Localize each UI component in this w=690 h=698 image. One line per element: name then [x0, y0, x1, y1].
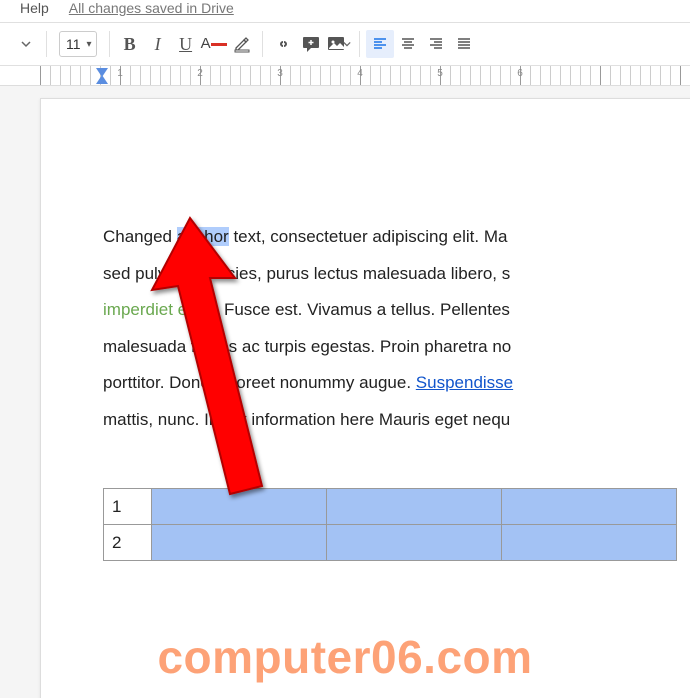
- text: malesuada fames ac turpis egestas. Proin…: [103, 337, 511, 356]
- menubar: Help All changes saved in Drive: [0, 0, 690, 22]
- save-status[interactable]: All changes saved in Drive: [69, 0, 234, 16]
- hyperlink[interactable]: imperdiet enim: [103, 300, 215, 319]
- insert-image-button[interactable]: [325, 30, 353, 58]
- ruler-number: 4: [357, 68, 363, 79]
- separator: [46, 31, 47, 57]
- table-cell[interactable]: [502, 525, 677, 561]
- separator: [359, 31, 360, 57]
- align-justify-button[interactable]: [450, 30, 478, 58]
- ruler[interactable]: 1 2 3 4 5 6: [0, 66, 690, 86]
- insert-link-button[interactable]: [269, 30, 297, 58]
- underline-button[interactable]: U: [172, 30, 200, 58]
- text-color-button[interactable]: A: [200, 30, 228, 58]
- hyperlink[interactable]: Suspendisse: [416, 373, 513, 392]
- table-cell[interactable]: 2: [104, 525, 152, 561]
- paragraph[interactable]: imperdiet enim. Fusce est. Vivamus a tel…: [103, 292, 690, 329]
- align-right-button[interactable]: [422, 30, 450, 58]
- chevron-down-icon[interactable]: ▾: [85, 39, 94, 50]
- table-cell[interactable]: [327, 525, 502, 561]
- table-cell[interactable]: [327, 489, 502, 525]
- table-cell[interactable]: [152, 489, 327, 525]
- table-cell[interactable]: 1: [104, 489, 152, 525]
- paragraph[interactable]: Changed anchor text, consectetuer adipis…: [103, 219, 690, 256]
- text: mattis, nunc. Insert information here Ma…: [103, 410, 510, 429]
- separator: [109, 31, 110, 57]
- font-size-value: 11: [66, 36, 85, 52]
- text: . Fusce est. Vivamus a tellus. Pellentes: [215, 300, 510, 319]
- paragraph[interactable]: porttitor. Donec laoreet nonummy augue. …: [103, 365, 690, 402]
- text: text, consectetuer adipiscing elit. Ma: [229, 227, 508, 246]
- paragraph[interactable]: sed pulvinar ultricies, purus lectus mal…: [103, 256, 690, 293]
- ruler-track: 1 2 3 4 5 6: [40, 66, 690, 85]
- text: sed pulvinar ultricies, purus lectus mal…: [103, 264, 510, 283]
- separator: [262, 31, 263, 57]
- table-cell[interactable]: [502, 489, 677, 525]
- text-color-letter: A: [201, 38, 211, 50]
- text-selection: anchor: [177, 227, 229, 246]
- toolbar: 11 ▾ B I U A: [0, 22, 690, 66]
- document-page[interactable]: Changed anchor text, consectetuer adipis…: [40, 98, 690, 698]
- document-table[interactable]: 1 2: [103, 488, 677, 561]
- font-size-input[interactable]: 11 ▾: [59, 31, 97, 57]
- table-row[interactable]: 1: [104, 489, 677, 525]
- ruler-number: 2: [197, 68, 203, 79]
- editor-canvas: Changed anchor text, consectetuer adipis…: [0, 86, 690, 698]
- ruler-number: 5: [437, 68, 443, 79]
- align-left-button[interactable]: [366, 30, 394, 58]
- text-color-swatch: [211, 43, 227, 46]
- add-comment-button[interactable]: [297, 30, 325, 58]
- table-cell[interactable]: [152, 525, 327, 561]
- highlight-color-button[interactable]: [228, 30, 256, 58]
- italic-button[interactable]: I: [144, 30, 172, 58]
- chevron-down-icon[interactable]: [12, 30, 40, 58]
- paragraph[interactable]: malesuada fames ac turpis egestas. Proin…: [103, 329, 690, 366]
- bold-button[interactable]: B: [116, 30, 144, 58]
- paragraph[interactable]: mattis, nunc. Insert information here Ma…: [103, 402, 690, 439]
- ruler-number: 6: [517, 68, 523, 79]
- text: porttitor. Donec laoreet nonummy augue.: [103, 373, 416, 392]
- align-center-button[interactable]: [394, 30, 422, 58]
- table-row[interactable]: 2: [104, 525, 677, 561]
- left-indent-marker[interactable]: [96, 75, 108, 84]
- menu-help[interactable]: Help: [20, 0, 49, 16]
- ruler-number: 3: [277, 68, 283, 79]
- text: Changed: [103, 227, 177, 246]
- ruler-number: 1: [117, 68, 123, 79]
